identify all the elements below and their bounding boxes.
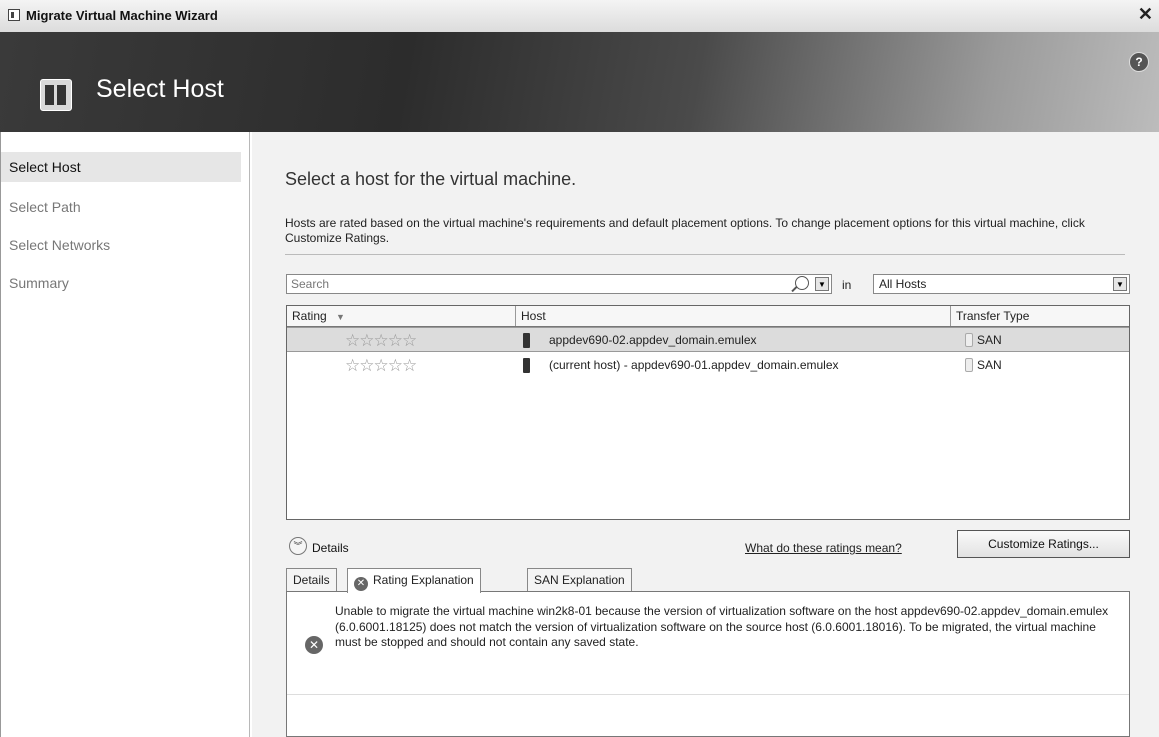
tab-san-explanation-label: SAN Explanation (534, 573, 625, 587)
host-name: appdev690-02.appdev_domain.emulex (549, 333, 757, 347)
error-icon: ✕ (354, 577, 368, 591)
details-toggle-label[interactable]: Details (312, 541, 349, 555)
transfer-type: SAN (977, 358, 1002, 372)
nav-item-select-path[interactable]: Select Path (1, 192, 241, 222)
server-icon (8, 9, 20, 21)
search-icon[interactable] (795, 276, 809, 290)
wizard-banner: Select Host ? (0, 32, 1159, 132)
hosts-grid: Rating ▼ Host Transfer Type ☆☆☆☆☆ appdev… (286, 305, 1130, 520)
close-button[interactable]: ✕ (1138, 4, 1153, 25)
host-server-icon (523, 333, 530, 348)
search-input[interactable]: Search ▼ (286, 274, 832, 294)
select-host-icon (40, 79, 72, 111)
page-description: Hosts are rated based on the virtual mac… (285, 216, 1085, 245)
banner-title: Select Host (96, 75, 224, 103)
column-header-rating[interactable]: Rating ▼ (287, 306, 516, 326)
chevron-down-icon[interactable]: ▼ (1113, 277, 1127, 291)
tab-details[interactable]: Details (286, 568, 337, 592)
table-row[interactable]: ☆☆☆☆☆ (current host) - appdev690-01.appd… (287, 353, 1129, 378)
tab-details-label: Details (293, 573, 330, 587)
disk-icon (965, 358, 973, 372)
search-scope-label: in (842, 278, 852, 292)
sort-arrow-icon: ▼ (336, 312, 345, 322)
rating-explanation-message: Unable to migrate the virtual machine wi… (335, 604, 1109, 649)
main-panel: Select a host for the virtual machine. H… (252, 132, 1159, 737)
title-bar: Migrate Virtual Machine Wizard ✕ (0, 0, 1159, 33)
nav-item-select-host[interactable]: Select Host (1, 152, 241, 182)
error-icon: ✕ (305, 636, 323, 654)
search-options-dropdown[interactable]: ▼ (815, 277, 829, 291)
window-title: Migrate Virtual Machine Wizard (26, 8, 218, 23)
page-heading: Select a host for the virtual machine. (285, 169, 577, 189)
search-placeholder: Search (291, 277, 330, 291)
table-row[interactable]: ☆☆☆☆☆ appdev690-02.appdev_domain.emulex … (287, 327, 1129, 352)
host-server-icon (523, 358, 530, 373)
tab-rating-explanation[interactable]: ✕ Rating Explanation (347, 568, 481, 593)
column-header-host[interactable]: Host (516, 306, 951, 326)
nav-item-select-networks[interactable]: Select Networks (1, 230, 241, 260)
tab-rating-explanation-label: Rating Explanation (373, 573, 474, 587)
tab-san-explanation[interactable]: SAN Explanation (527, 568, 632, 592)
disk-icon (965, 333, 973, 347)
host-name: (current host) - appdev690-01.appdev_dom… (549, 358, 839, 372)
rating-stars: ☆☆☆☆☆ (345, 356, 417, 375)
ratings-help-link[interactable]: What do these ratings mean? (745, 541, 902, 555)
host-scope-value: All Hosts (879, 277, 927, 291)
divider (287, 694, 1129, 695)
rating-stars: ☆☆☆☆☆ (345, 331, 417, 350)
host-scope-select[interactable]: All Hosts ▼ (873, 274, 1130, 294)
help-icon[interactable]: ? (1129, 52, 1149, 72)
nav-item-summary[interactable]: Summary (1, 268, 241, 298)
wizard-steps-nav: Select Host Select Path Select Networks … (0, 132, 250, 737)
customize-ratings-button[interactable]: Customize Ratings... (957, 530, 1130, 558)
rating-explanation-panel: ✕ Unable to migrate the virtual machine … (286, 591, 1130, 737)
grid-header: Rating ▼ Host Transfer Type (287, 306, 1129, 327)
details-collapse-icon[interactable]: ︾ (289, 537, 307, 555)
column-header-transfer-type[interactable]: Transfer Type (951, 306, 1129, 326)
divider (285, 254, 1125, 255)
transfer-type: SAN (977, 333, 1002, 347)
column-rating-label: Rating (292, 309, 327, 323)
